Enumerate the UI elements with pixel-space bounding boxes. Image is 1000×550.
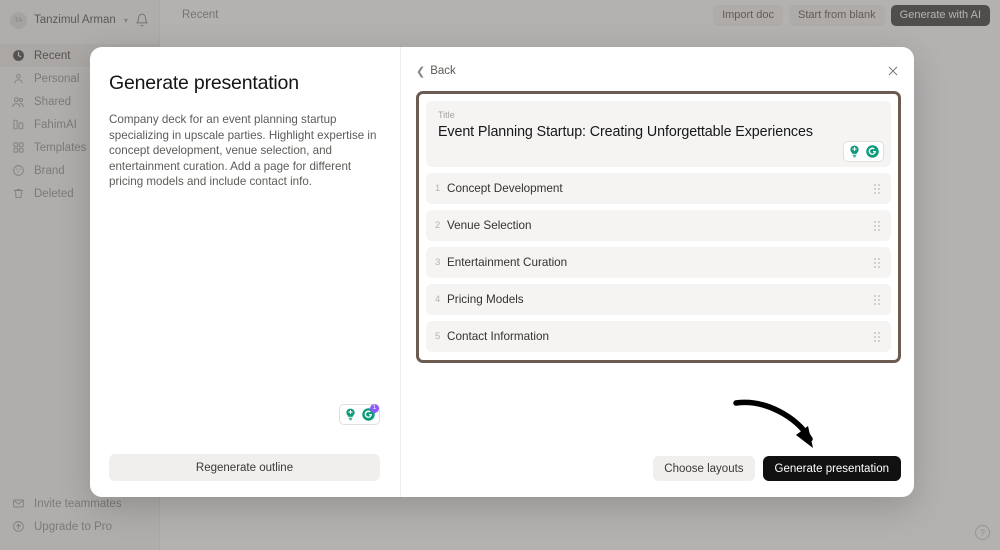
prompt-description: Company deck for an event planning start… xyxy=(109,113,377,189)
title-input[interactable]: Event Planning Startup: Creating Unforge… xyxy=(438,124,879,140)
page-title: Generate presentation xyxy=(109,72,299,94)
close-x-icon[interactable] xyxy=(885,63,901,79)
back-button[interactable]: ❮ Back xyxy=(416,65,456,78)
grammarly-badge[interactable] xyxy=(843,141,884,162)
outline-row-label[interactable]: Concept Development xyxy=(447,182,563,195)
drag-handle-icon[interactable] xyxy=(874,183,880,194)
outline-row-label[interactable]: Contact Information xyxy=(447,330,549,343)
modal-left-pane: Generate presentation Company deck for a… xyxy=(90,47,400,497)
lightbulb-plus-icon[interactable] xyxy=(847,144,862,159)
grammarly-g-icon[interactable]: 1 xyxy=(361,404,379,422)
grammarly-g-icon[interactable] xyxy=(865,144,880,159)
title-field-label: Title xyxy=(438,110,455,120)
outline-row-label[interactable]: Pricing Models xyxy=(447,293,524,306)
outline-row-label[interactable]: Venue Selection xyxy=(447,219,531,232)
outline-row[interactable]: 1 Concept Development xyxy=(426,173,891,204)
generate-presentation-button[interactable]: Generate presentation xyxy=(762,456,901,481)
modal-right-pane: ❮ Back Title Event Planning Startup: Cre… xyxy=(400,47,914,497)
back-label: Back xyxy=(430,65,456,77)
outline-row[interactable]: 3 Entertainment Curation xyxy=(426,247,891,278)
outline-row-number: 1 xyxy=(435,183,441,194)
drag-handle-icon[interactable] xyxy=(874,331,880,342)
generate-presentation-modal: Generate presentation Company deck for a… xyxy=(90,47,914,497)
outline-row-number: 4 xyxy=(435,294,441,305)
outline-row-number: 2 xyxy=(435,220,441,231)
grammarly-count-badge: 1 xyxy=(370,404,379,413)
choose-layouts-button[interactable]: Choose layouts xyxy=(653,456,755,481)
regenerate-outline-button[interactable]: Regenerate outline xyxy=(109,454,380,481)
outline-row-number: 3 xyxy=(435,257,441,268)
modal-right-header: ❮ Back xyxy=(416,61,901,81)
drag-handle-icon[interactable] xyxy=(874,257,880,268)
drag-handle-icon[interactable] xyxy=(874,294,880,305)
outline-row-number: 5 xyxy=(435,331,441,342)
drag-handle-icon[interactable] xyxy=(874,220,880,231)
app-root: TA Tanzimul Arman ▾ Recent xyxy=(0,0,1000,550)
grammarly-badge[interactable]: 1 xyxy=(339,404,380,425)
title-card[interactable]: Title Event Planning Startup: Creating U… xyxy=(426,101,891,167)
outline-row[interactable]: 4 Pricing Models xyxy=(426,284,891,315)
outline-row[interactable]: 5 Contact Information xyxy=(426,321,891,352)
outline-highlight-box: Title Event Planning Startup: Creating U… xyxy=(416,91,901,363)
outline-row[interactable]: 2 Venue Selection xyxy=(426,210,891,241)
outline-row-label[interactable]: Entertainment Curation xyxy=(447,256,567,269)
chevron-left-icon: ❮ xyxy=(416,65,426,78)
modal-footer: Choose layouts Generate presentation xyxy=(416,456,901,481)
lightbulb-plus-icon[interactable] xyxy=(343,407,358,422)
